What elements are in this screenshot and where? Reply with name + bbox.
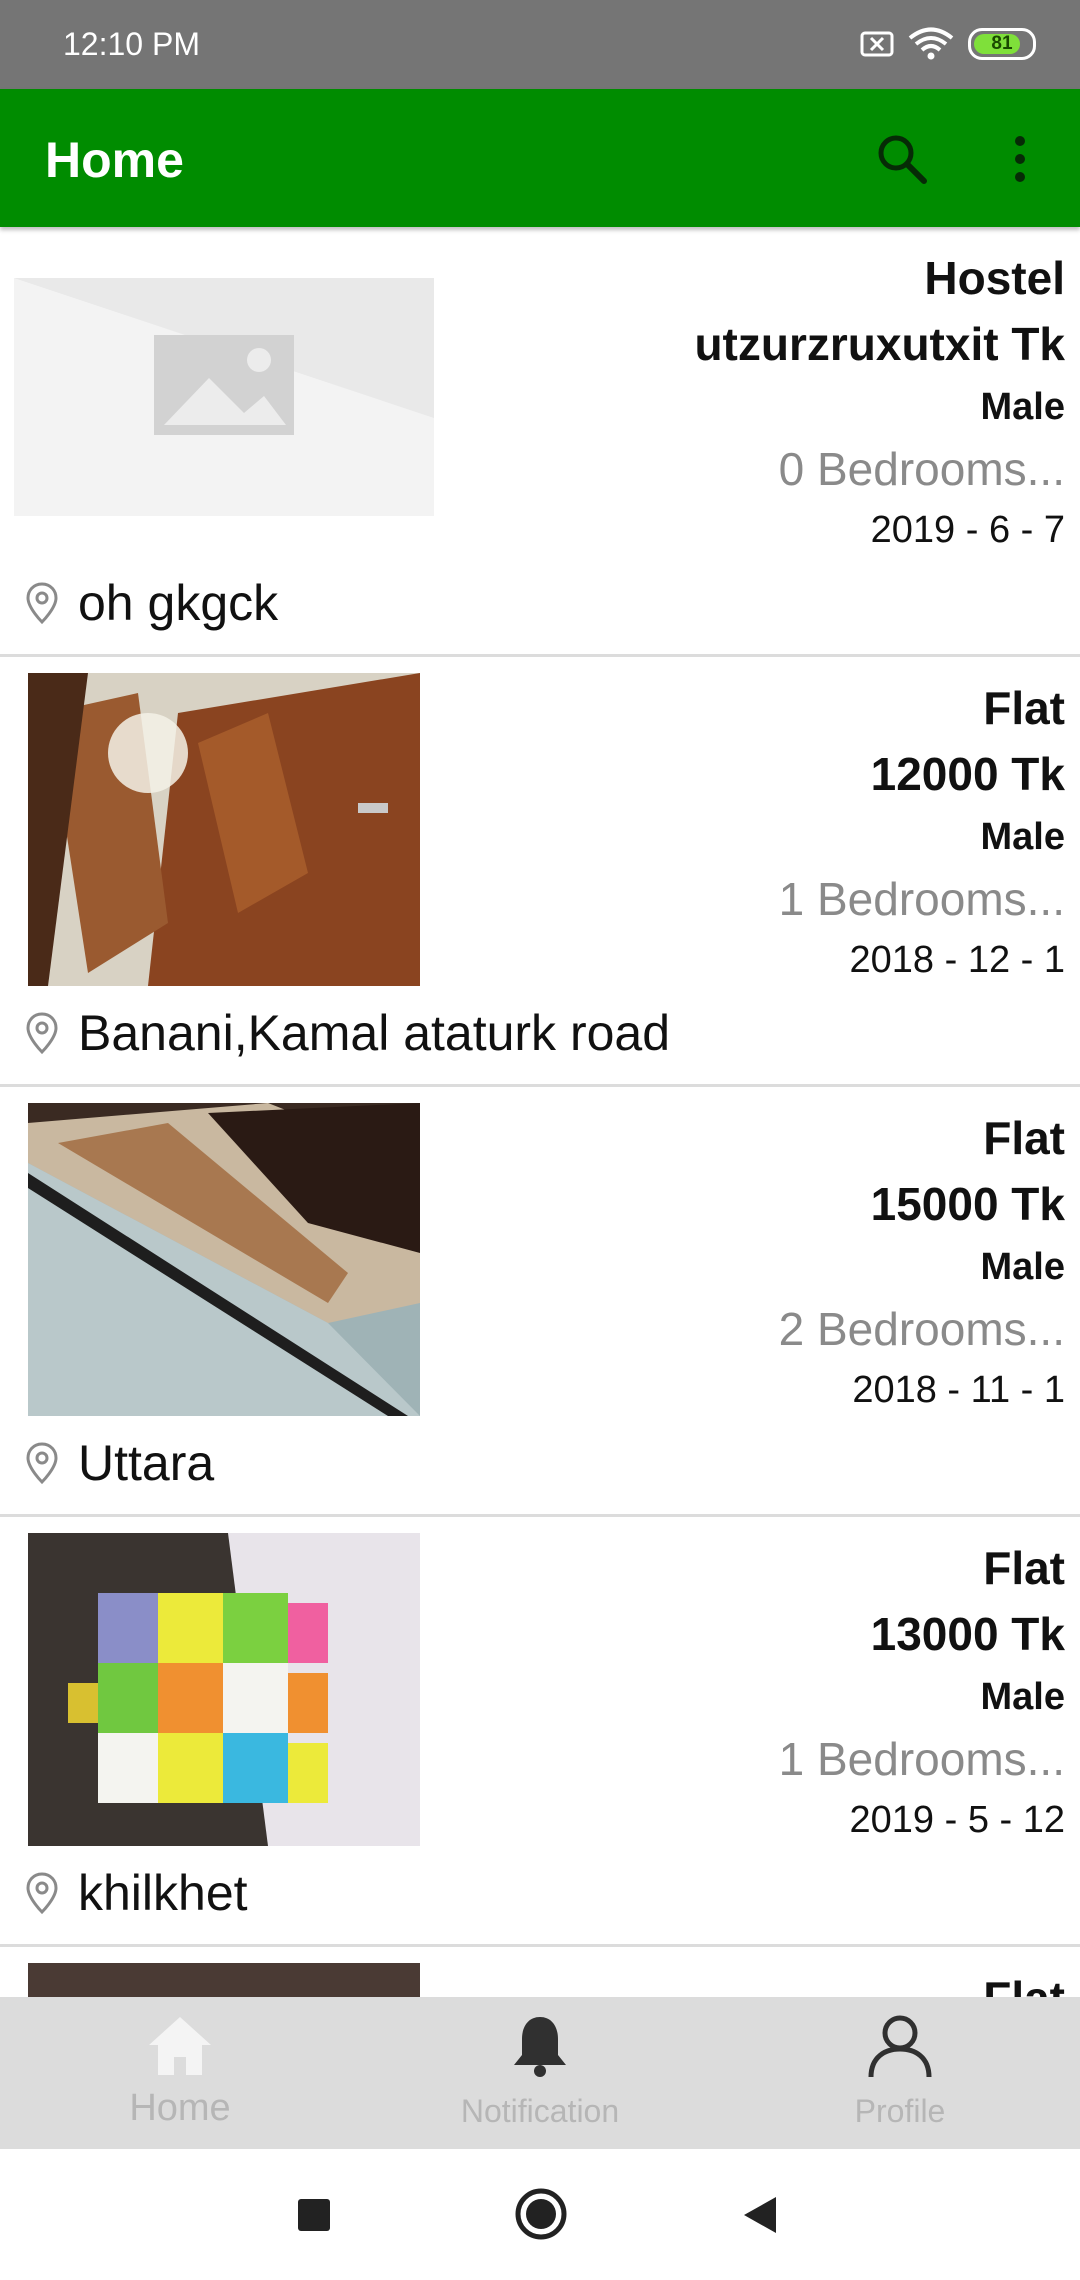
- listing-image-placeholder: [14, 278, 434, 516]
- listing-info: Flat 15000 Tk Male 2 Bedrooms... 2018 - …: [445, 1105, 1065, 1419]
- listing-info: Flat 13000 Tk Male 1 Bedrooms... 2019 - …: [445, 1535, 1065, 1849]
- image-placeholder-icon: [14, 278, 434, 516]
- more-vert-icon: [1015, 136, 1025, 182]
- listing-image: [28, 1963, 420, 1997]
- listing-bedrooms: 1 Bedrooms...: [778, 1733, 1065, 1785]
- system-navigation-bar: [0, 2149, 1080, 2280]
- listing-card[interactable]: Flat 15000 Tk Male 2 Bedrooms... 2018 - …: [0, 1087, 1080, 1517]
- listing-card[interactable]: Flat: [0, 1947, 1080, 1997]
- listing-gender: Male: [980, 386, 1065, 428]
- person-icon: [868, 2015, 932, 2078]
- app-bar: Home: [0, 89, 1080, 227]
- listing-date: 2018 - 11 - 1: [852, 1369, 1065, 1411]
- listing-info: Hostel utzurzruxutxit Tk Male 0 Bedrooms…: [445, 245, 1065, 559]
- nav-home-label: Home: [129, 2087, 231, 2129]
- wall-photo: [28, 1103, 420, 1416]
- listing-location: khilkhet: [24, 1862, 248, 1924]
- bell-icon: [514, 2017, 566, 2077]
- listing-bedrooms: 1 Bedrooms...: [778, 873, 1065, 925]
- cube-photo: [28, 1533, 420, 1846]
- listing-bedrooms: 0 Bedrooms...: [778, 443, 1065, 495]
- listing-info: Flat: [445, 1965, 1065, 1997]
- nav-notification-label: Notification: [460, 2093, 620, 2129]
- listing-image: [28, 1533, 420, 1846]
- listing-list[interactable]: Hostel utzurzruxutxit Tk Male 0 Bedrooms…: [0, 227, 1080, 1997]
- recents-button[interactable]: [296, 2197, 332, 2233]
- listing-bedrooms: 2 Bedrooms...: [778, 1303, 1065, 1355]
- listing-location: oh gkgck: [24, 572, 278, 634]
- battery-level: 81: [991, 33, 1013, 54]
- status-bar: 12:10 PM 81: [0, 0, 1080, 89]
- listing-gender: Male: [980, 1246, 1065, 1288]
- listing-date: 2019 - 5 - 12: [849, 1799, 1065, 1841]
- status-time: 12:10 PM: [63, 26, 200, 62]
- listing-type: Flat: [445, 1965, 1065, 1997]
- listing-date: 2018 - 12 - 1: [849, 939, 1065, 981]
- listing-price: 13000 Tk: [870, 1608, 1065, 1660]
- location-pin-icon: [26, 1012, 58, 1055]
- back-button[interactable]: [742, 2195, 778, 2235]
- page-title: Home: [45, 132, 184, 188]
- listing-gender: Male: [980, 816, 1065, 858]
- overflow-menu-button[interactable]: [1000, 129, 1040, 189]
- listing-price: 12000 Tk: [870, 748, 1065, 800]
- listing-location: Banani,Kamal ataturk road: [24, 1002, 670, 1064]
- listing-location-text: Banani,Kamal ataturk road: [78, 1005, 671, 1061]
- battery-icon: 81: [968, 28, 1036, 60]
- home-system-button[interactable]: [514, 2187, 568, 2241]
- search-icon: [878, 135, 927, 184]
- bottom-navigation: Home Notification Profile: [0, 1997, 1080, 2149]
- nav-home[interactable]: Home: [0, 1997, 360, 2149]
- listing-type: Flat: [983, 1542, 1065, 1594]
- listing-location-text: oh gkgck: [78, 575, 279, 631]
- location-pin-icon: [26, 1872, 58, 1915]
- status-icons: 81: [860, 22, 1036, 66]
- location-pin-icon: [26, 1442, 58, 1485]
- no-sim-icon: [860, 31, 894, 57]
- nav-profile[interactable]: Profile: [720, 1997, 1080, 2149]
- nav-profile-label: Profile: [854, 2093, 946, 2129]
- listing-price: 15000 Tk: [870, 1178, 1065, 1230]
- door-photo: [28, 673, 420, 986]
- listing-date: 2019 - 6 - 7: [870, 509, 1065, 551]
- listing-card[interactable]: Flat 13000 Tk Male 1 Bedrooms... 2019 - …: [0, 1517, 1080, 1947]
- listing-type: Flat: [983, 682, 1065, 734]
- listing-image: [28, 1103, 420, 1416]
- home-icon: [149, 2017, 211, 2075]
- listing-info: Flat 12000 Tk Male 1 Bedrooms... 2018 - …: [445, 675, 1065, 989]
- wifi-icon: [908, 27, 954, 60]
- listing-type: Hostel: [924, 252, 1065, 304]
- listing-price: utzurzruxutxit Tk: [694, 318, 1065, 370]
- listing-location-text: Uttara: [78, 1435, 215, 1491]
- search-button[interactable]: [872, 129, 932, 189]
- nav-notification[interactable]: Notification: [360, 1997, 720, 2149]
- listing-card[interactable]: Flat 12000 Tk Male 1 Bedrooms... 2018 - …: [0, 657, 1080, 1087]
- listing-card[interactable]: Hostel utzurzruxutxit Tk Male 0 Bedrooms…: [0, 227, 1080, 657]
- listing-image: [28, 673, 420, 986]
- listing-location-text: khilkhet: [78, 1865, 248, 1921]
- listing-location: Uttara: [24, 1432, 214, 1494]
- listing-type: Flat: [983, 1112, 1065, 1164]
- location-pin-icon: [26, 582, 58, 625]
- listing-gender: Male: [980, 1676, 1065, 1718]
